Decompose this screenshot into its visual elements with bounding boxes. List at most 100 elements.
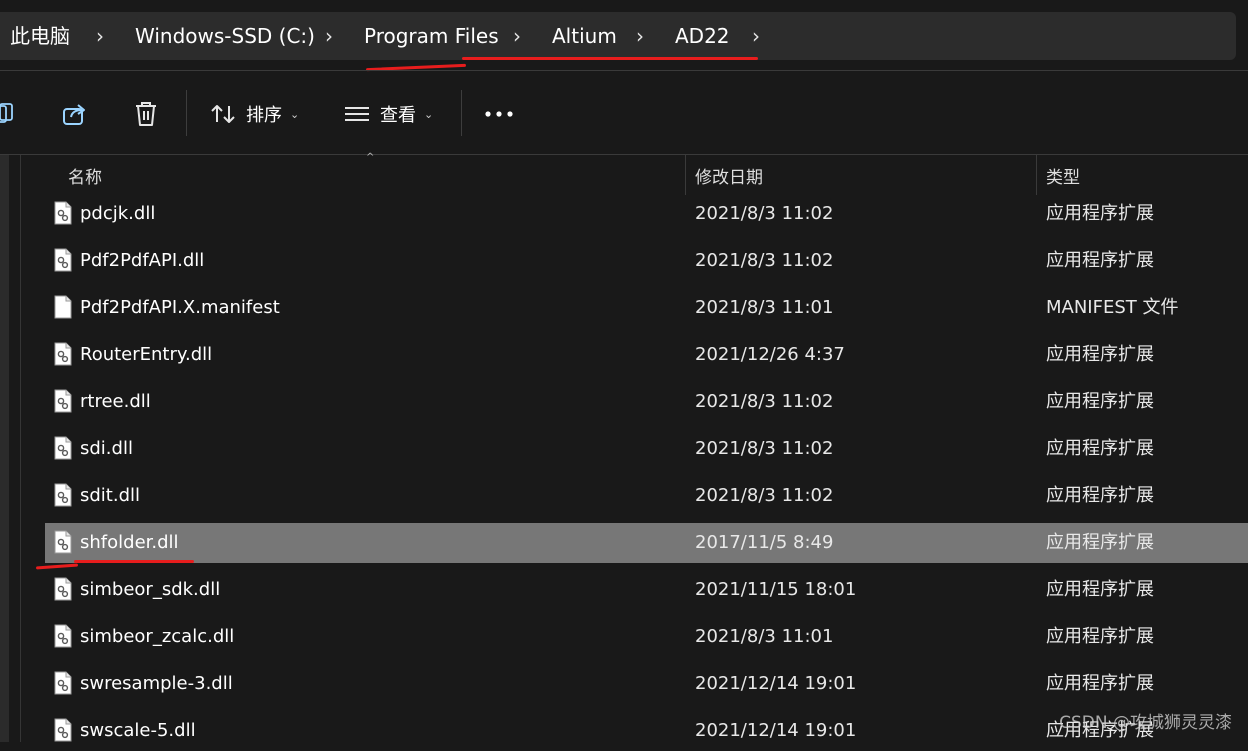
navigation-pane[interactable] bbox=[0, 155, 9, 742]
view-button[interactable]: 查看 ⌄ bbox=[344, 92, 433, 136]
annotation-underline-path bbox=[462, 57, 758, 60]
file-name: shfolder.dll bbox=[80, 532, 179, 553]
dll-file-icon bbox=[53, 436, 73, 464]
dll-file-icon bbox=[53, 577, 73, 605]
chevron-down-icon: ⌄ bbox=[290, 107, 300, 121]
file-name: simbeor_sdk.dll bbox=[80, 579, 221, 600]
view-label: 查看 bbox=[380, 105, 416, 126]
dll-file-icon bbox=[53, 342, 73, 370]
file-row-selected[interactable]: shfolder.dll 2017/11/5 8:49 应用程序扩展 bbox=[45, 523, 1248, 563]
file-name: rtree.dll bbox=[80, 391, 151, 412]
file-type: 应用程序扩展 bbox=[1046, 438, 1154, 459]
file-type: 应用程序扩展 bbox=[1046, 203, 1154, 224]
copy-icon bbox=[0, 103, 13, 123]
pane-divider[interactable] bbox=[20, 155, 21, 742]
file-name: sdit.dll bbox=[80, 485, 141, 506]
dll-file-icon bbox=[53, 201, 73, 229]
dll-file-icon bbox=[53, 483, 73, 511]
file-row[interactable]: rtree.dll 2021/8/3 11:02 应用程序扩展 bbox=[45, 382, 1248, 422]
breadcrumb-this-pc[interactable]: 此电脑 bbox=[10, 24, 70, 48]
file-type: 应用程序扩展 bbox=[1046, 250, 1154, 271]
address-bar[interactable]: 此电脑 › Windows-SSD (C:) › Program Files ›… bbox=[0, 12, 1236, 60]
file-row[interactable]: simbeor_zcalc.dll 2021/8/3 11:01 应用程序扩展 bbox=[45, 617, 1248, 657]
file-date: 2021/12/26 4:37 bbox=[695, 344, 845, 365]
share-button[interactable] bbox=[60, 92, 90, 136]
more-icon bbox=[485, 111, 513, 117]
file-type: 应用程序扩展 bbox=[1046, 391, 1154, 412]
breadcrumb-ad22[interactable]: AD22 bbox=[675, 24, 730, 48]
dll-file-icon bbox=[53, 248, 73, 276]
annotation-underline-file bbox=[74, 560, 194, 563]
copy-button[interactable] bbox=[0, 92, 18, 136]
sort-label: 排序 bbox=[246, 105, 282, 126]
sort-ascending-indicator: ^ bbox=[366, 152, 375, 163]
file-name: Pdf2PdfAPI.X.manifest bbox=[80, 297, 280, 318]
file-name: swresample-3.dll bbox=[80, 673, 233, 694]
chevron-right-icon[interactable]: › bbox=[636, 24, 644, 48]
chevron-down-icon: ⌄ bbox=[424, 107, 434, 121]
column-header-date[interactable]: 修改日期 bbox=[695, 163, 763, 188]
file-row[interactable]: sdit.dll 2021/8/3 11:02 应用程序扩展 bbox=[45, 476, 1248, 516]
file-type: 应用程序扩展 bbox=[1046, 579, 1154, 600]
file-row[interactable]: sdi.dll 2021/8/3 11:02 应用程序扩展 bbox=[45, 429, 1248, 469]
annotation-underline-file-start bbox=[35, 563, 79, 570]
file-type: 应用程序扩展 bbox=[1046, 532, 1154, 553]
file-date: 2021/8/3 11:02 bbox=[695, 438, 834, 459]
file-name: sdi.dll bbox=[80, 438, 133, 459]
toolbar-divider bbox=[461, 90, 462, 136]
file-name: RouterEntry.dll bbox=[80, 344, 213, 365]
file-date: 2021/8/3 11:02 bbox=[695, 203, 834, 224]
more-options-button[interactable] bbox=[484, 92, 514, 136]
file-date: 2021/8/3 11:01 bbox=[695, 297, 834, 318]
file-type: 应用程序扩展 bbox=[1046, 673, 1154, 694]
file-date: 2017/11/5 8:49 bbox=[695, 532, 834, 553]
dll-file-icon bbox=[53, 389, 73, 417]
chevron-right-icon[interactable]: › bbox=[325, 24, 333, 48]
file-date: 2021/12/14 19:01 bbox=[695, 673, 857, 694]
file-type: 应用程序扩展 bbox=[1046, 344, 1154, 365]
breadcrumb-program-files[interactable]: Program Files bbox=[364, 24, 499, 48]
trash-icon bbox=[136, 102, 156, 126]
sort-button[interactable]: 排序 ⌄ bbox=[210, 92, 299, 136]
column-resize-handle[interactable] bbox=[685, 155, 686, 195]
share-icon bbox=[63, 104, 85, 125]
file-date: 2021/8/3 11:02 bbox=[695, 391, 834, 412]
file-date: 2021/8/3 11:01 bbox=[695, 626, 834, 647]
file-name: swscale-5.dll bbox=[80, 720, 196, 741]
file-name: pdcjk.dll bbox=[80, 203, 156, 224]
file-row[interactable]: simbeor_sdk.dll 2021/11/15 18:01 应用程序扩展 bbox=[45, 570, 1248, 610]
chevron-right-icon[interactable]: › bbox=[96, 24, 104, 48]
file-date: 2021/8/3 11:02 bbox=[695, 250, 834, 271]
breadcrumb-altium[interactable]: Altium bbox=[552, 24, 617, 48]
file-name: simbeor_zcalc.dll bbox=[80, 626, 235, 647]
dll-file-icon bbox=[53, 624, 73, 652]
toolbar-divider bbox=[186, 90, 187, 136]
watermark: CSDN @攻城狮灵灵漆 bbox=[1059, 713, 1232, 733]
dll-file-icon bbox=[53, 671, 73, 699]
delete-button[interactable] bbox=[133, 92, 161, 136]
chevron-right-icon[interactable]: › bbox=[513, 24, 521, 48]
column-header-name[interactable]: 名称 bbox=[68, 163, 102, 188]
column-header-type[interactable]: 类型 bbox=[1046, 163, 1080, 188]
file-date: 2021/12/14 19:01 bbox=[695, 720, 857, 741]
column-resize-handle[interactable] bbox=[1036, 155, 1037, 195]
file-row[interactable]: swresample-3.dll 2021/12/14 19:01 应用程序扩展 bbox=[45, 664, 1248, 704]
sort-icon bbox=[211, 105, 235, 123]
file-row[interactable]: pdcjk.dll 2021/8/3 11:02 应用程序扩展 bbox=[45, 194, 1248, 234]
divider bbox=[0, 70, 1248, 71]
file-type: MANIFEST 文件 bbox=[1046, 297, 1179, 318]
chevron-right-icon[interactable]: › bbox=[752, 24, 760, 48]
file-row[interactable]: Pdf2PdfAPI.X.manifest 2021/8/3 11:01 MANIF… bbox=[45, 288, 1248, 328]
file-date: 2021/8/3 11:02 bbox=[695, 485, 834, 506]
blank-file-icon bbox=[53, 295, 73, 323]
file-type: 应用程序扩展 bbox=[1046, 626, 1154, 647]
breadcrumb-drive-c[interactable]: Windows-SSD (C:) bbox=[135, 24, 315, 48]
dll-file-icon bbox=[53, 530, 73, 558]
file-date: 2021/11/15 18:01 bbox=[695, 579, 857, 600]
view-list-icon bbox=[345, 107, 369, 121]
file-type: 应用程序扩展 bbox=[1046, 485, 1154, 506]
divider bbox=[0, 154, 1248, 155]
file-row[interactable]: RouterEntry.dll 2021/12/26 4:37 应用程序扩展 bbox=[45, 335, 1248, 375]
file-name: Pdf2PdfAPI.dll bbox=[80, 250, 205, 271]
file-row[interactable]: Pdf2PdfAPI.dll 2021/8/3 11:02 应用程序扩展 bbox=[45, 241, 1248, 281]
